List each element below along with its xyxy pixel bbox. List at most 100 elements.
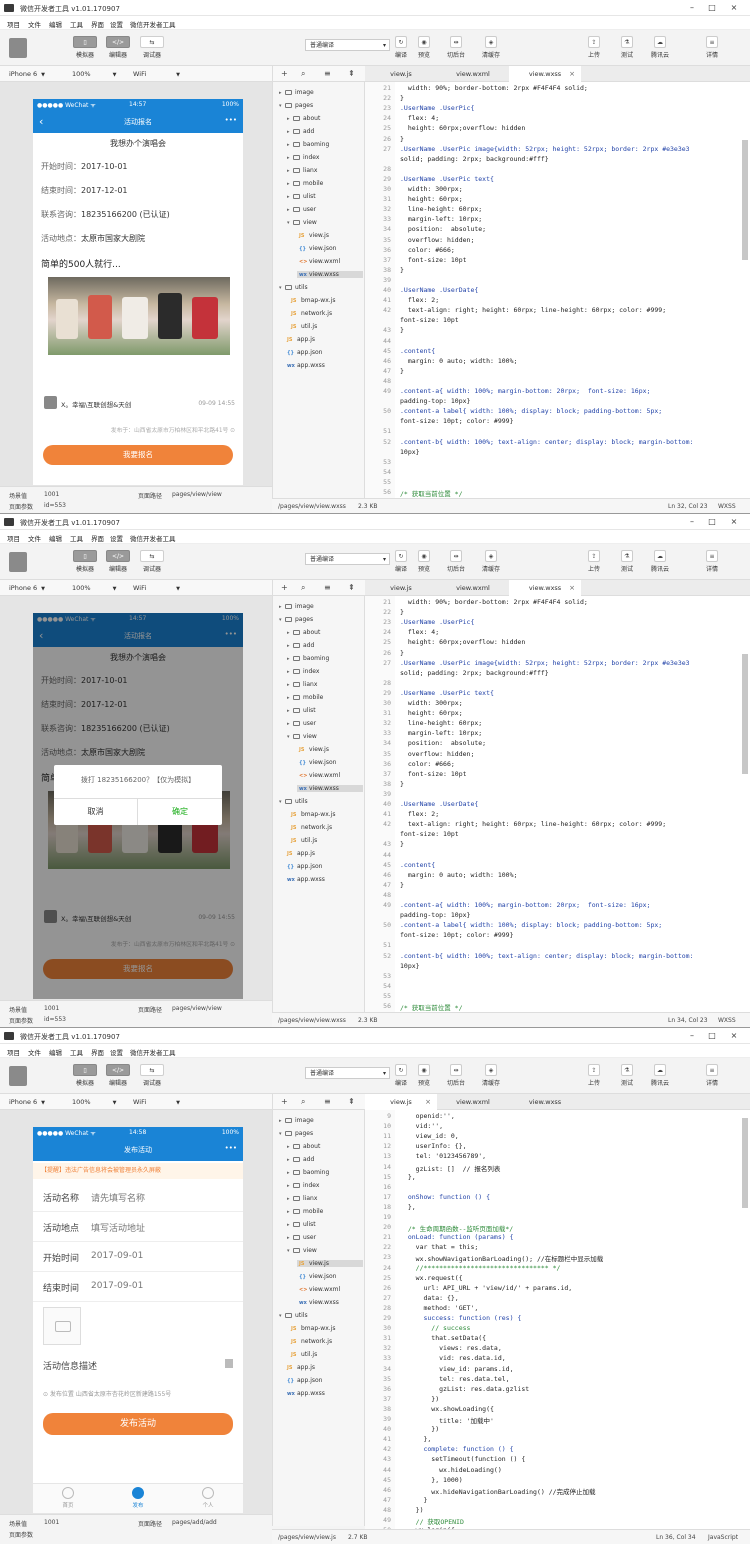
menu-tools[interactable]: 工具 xyxy=(70,1047,83,1057)
test-button[interactable]: ⚗ 测试 xyxy=(612,550,642,578)
clear-cache-button[interactable]: ◈ 清缓存 xyxy=(476,1064,506,1092)
tree-item-app-json[interactable]: {} app.json xyxy=(287,349,322,356)
start-field[interactable]: 开始时间 2017-09-01 xyxy=(33,1242,243,1272)
more-icon[interactable]: ••• xyxy=(225,1144,237,1152)
close-icon[interactable]: × xyxy=(728,517,740,527)
tree-item-lianx[interactable]: ▸ lianx xyxy=(287,167,317,174)
tree-item-user[interactable]: ▸ user xyxy=(287,206,316,213)
code-editor[interactable]: 21 22 23 24 25 26 27 28 29 30 31 32 33 34 35 36 37 38 39 40… xyxy=(365,596,750,1012)
menu-project[interactable]: 项目 xyxy=(7,19,20,29)
debugger-button[interactable]: ⇆ 调试器 xyxy=(137,1064,167,1092)
menu-devtools[interactable]: 微信开发者工具 xyxy=(130,1047,176,1057)
tab-view-wxss[interactable]: view.wxss xyxy=(509,1094,581,1110)
name-field[interactable]: 活动名称 请先填写名称 xyxy=(33,1182,243,1212)
tree-item-lianx[interactable]: ▸ lianx xyxy=(287,1195,317,1202)
contact-row[interactable]: 联系咨询：18235166200 (已认证) xyxy=(41,209,170,220)
collapse-icon[interactable]: ⇞ xyxy=(348,69,355,78)
compile-mode-select[interactable]: 普通编译 ▾ xyxy=(305,553,390,565)
tab-publish[interactable]: 发布 xyxy=(113,1487,163,1509)
zoom-select[interactable]: 100% ▼ xyxy=(72,70,116,78)
place-input[interactable]: 填写活动地址 xyxy=(91,1221,145,1234)
search-icon[interactable]: ⌕ xyxy=(301,1097,305,1107)
tree-item-about[interactable]: ▸ about xyxy=(287,1143,320,1150)
editor-button[interactable]: </> 编辑器 xyxy=(103,1064,133,1092)
tree-item-util[interactable]: JS util.js xyxy=(291,1351,317,1358)
tree-item-mobile[interactable]: ▸ mobile xyxy=(287,694,323,701)
tree-item-index[interactable]: ▸ index xyxy=(287,668,319,675)
tree-item-view-js[interactable]: JS view.js xyxy=(297,1260,363,1267)
tree-item-pages[interactable]: ▾ pages xyxy=(279,616,313,623)
tree-item-baoming[interactable]: ▸ baoming xyxy=(287,655,329,662)
test-button[interactable]: ⚗ 测试 xyxy=(612,36,642,64)
preview-button[interactable]: ◉ 预览 xyxy=(409,36,439,64)
menu-tools[interactable]: 工具 xyxy=(70,533,83,543)
tree-item-index[interactable]: ▸ index xyxy=(287,1182,319,1189)
tree-item-pages[interactable]: ▾ pages xyxy=(279,1130,313,1137)
tree-item-add[interactable]: ▸ add xyxy=(287,128,314,135)
close-tab-icon[interactable]: × xyxy=(425,1094,431,1110)
device-select[interactable]: iPhone 6 ▼ xyxy=(9,1098,45,1106)
tree-item-lianx[interactable]: ▸ lianx xyxy=(287,681,317,688)
menu-view[interactable]: 界面 xyxy=(91,19,104,29)
tree-item-utils[interactable]: ▾ utils xyxy=(279,798,308,805)
simulator-button[interactable]: ▯ 模拟器 xyxy=(70,36,100,64)
tree-item-view[interactable]: ▾ view xyxy=(287,733,317,740)
editor-button[interactable]: </> 编辑器 xyxy=(103,36,133,64)
tencent-cloud-button[interactable]: ☁ 腾讯云 xyxy=(645,36,675,64)
menu-file[interactable]: 文件 xyxy=(28,1047,41,1057)
avatar[interactable] xyxy=(9,1066,27,1086)
edit-icon[interactable] xyxy=(225,1359,233,1368)
tree-item-add[interactable]: ▸ add xyxy=(287,642,314,649)
tree-item-app-json[interactable]: {} app.json xyxy=(287,1377,322,1384)
scrollbar-thumb[interactable] xyxy=(742,140,748,260)
menu-devtools[interactable]: 微信开发者工具 xyxy=(130,533,176,543)
tree-item-util[interactable]: JS util.js xyxy=(291,323,317,330)
tree-item-about[interactable]: ▸ about xyxy=(287,629,320,636)
tab-view-wxml[interactable]: view.wxml xyxy=(437,1094,509,1110)
tree-item-pages[interactable]: ▾ pages xyxy=(279,102,313,109)
tree-item-network[interactable]: JS network.js xyxy=(291,824,332,831)
upload-button[interactable]: ⇪ 上传 xyxy=(579,1064,609,1092)
dialog-cancel-button[interactable]: 取消 xyxy=(54,798,138,825)
simulator-button[interactable]: ▯ 模拟器 xyxy=(70,1064,100,1092)
description-input[interactable]: 活动信息描述 xyxy=(43,1359,97,1372)
tree-item-ulist[interactable]: ▸ ulist xyxy=(287,1221,316,1228)
menu-edit[interactable]: 编辑 xyxy=(49,19,62,29)
menu-devtools[interactable]: 微信开发者工具 xyxy=(130,19,176,29)
menu-tools[interactable]: 工具 xyxy=(70,19,83,29)
tree-item-view-wxss[interactable]: wx view.wxss xyxy=(297,271,363,278)
tree-item-view-js[interactable]: JS view.js xyxy=(299,746,329,753)
simulator-button[interactable]: ▯ 模拟器 xyxy=(70,550,100,578)
details-button[interactable]: ≡ 详情 xyxy=(697,550,727,578)
publish-button[interactable]: 发布活动 xyxy=(43,1413,233,1435)
tree-item-app-js[interactable]: JS app.js xyxy=(287,336,315,343)
tree-item-mobile[interactable]: ▸ mobile xyxy=(287,1208,323,1215)
tree-item-view-wxml[interactable]: <> view.wxml xyxy=(299,258,340,265)
background-button[interactable]: ⇹ 切后台 xyxy=(441,550,471,578)
sort-icon[interactable]: ≡ xyxy=(324,583,331,592)
code-editor[interactable]: 21 22 23 24 25 26 27 28 29 30 31 32 33 34 35 36 37 38 39 40… xyxy=(365,82,750,498)
menu-settings[interactable]: 设置 xyxy=(110,1047,123,1057)
compile-mode-select[interactable]: 普通编译 ▾ xyxy=(305,1067,390,1079)
end-field[interactable]: 结束时间 2017-09-01 xyxy=(33,1272,243,1302)
minimize-icon[interactable]: – xyxy=(686,3,698,13)
scrollbar-thumb[interactable] xyxy=(742,654,748,774)
compile-mode-select[interactable]: 普通编译 ▾ xyxy=(305,39,390,51)
upload-button[interactable]: ⇪ 上传 xyxy=(579,36,609,64)
tab-me[interactable]: 个人 xyxy=(183,1487,233,1509)
add-icon[interactable]: + xyxy=(281,583,288,592)
tab-view-js[interactable]: view.js xyxy=(365,66,437,82)
tab-view-wxss[interactable]: view.wxss × xyxy=(509,66,581,82)
debugger-button[interactable]: ⇆ 调试器 xyxy=(137,36,167,64)
preview-button[interactable]: ◉ 预览 xyxy=(409,550,439,578)
more-icon[interactable]: ••• xyxy=(225,116,237,124)
tree-item-view[interactable]: ▾ view xyxy=(287,219,317,226)
test-button[interactable]: ⚗ 测试 xyxy=(612,1064,642,1092)
close-icon[interactable]: × xyxy=(728,3,740,13)
tab-view-js[interactable]: view.js xyxy=(365,580,437,596)
close-icon[interactable]: × xyxy=(728,1031,740,1041)
tree-item-app-js[interactable]: JS app.js xyxy=(287,1364,315,1371)
menu-file[interactable]: 文件 xyxy=(28,19,41,29)
tree-item-network[interactable]: JS network.js xyxy=(291,310,332,317)
menu-view[interactable]: 界面 xyxy=(91,533,104,543)
